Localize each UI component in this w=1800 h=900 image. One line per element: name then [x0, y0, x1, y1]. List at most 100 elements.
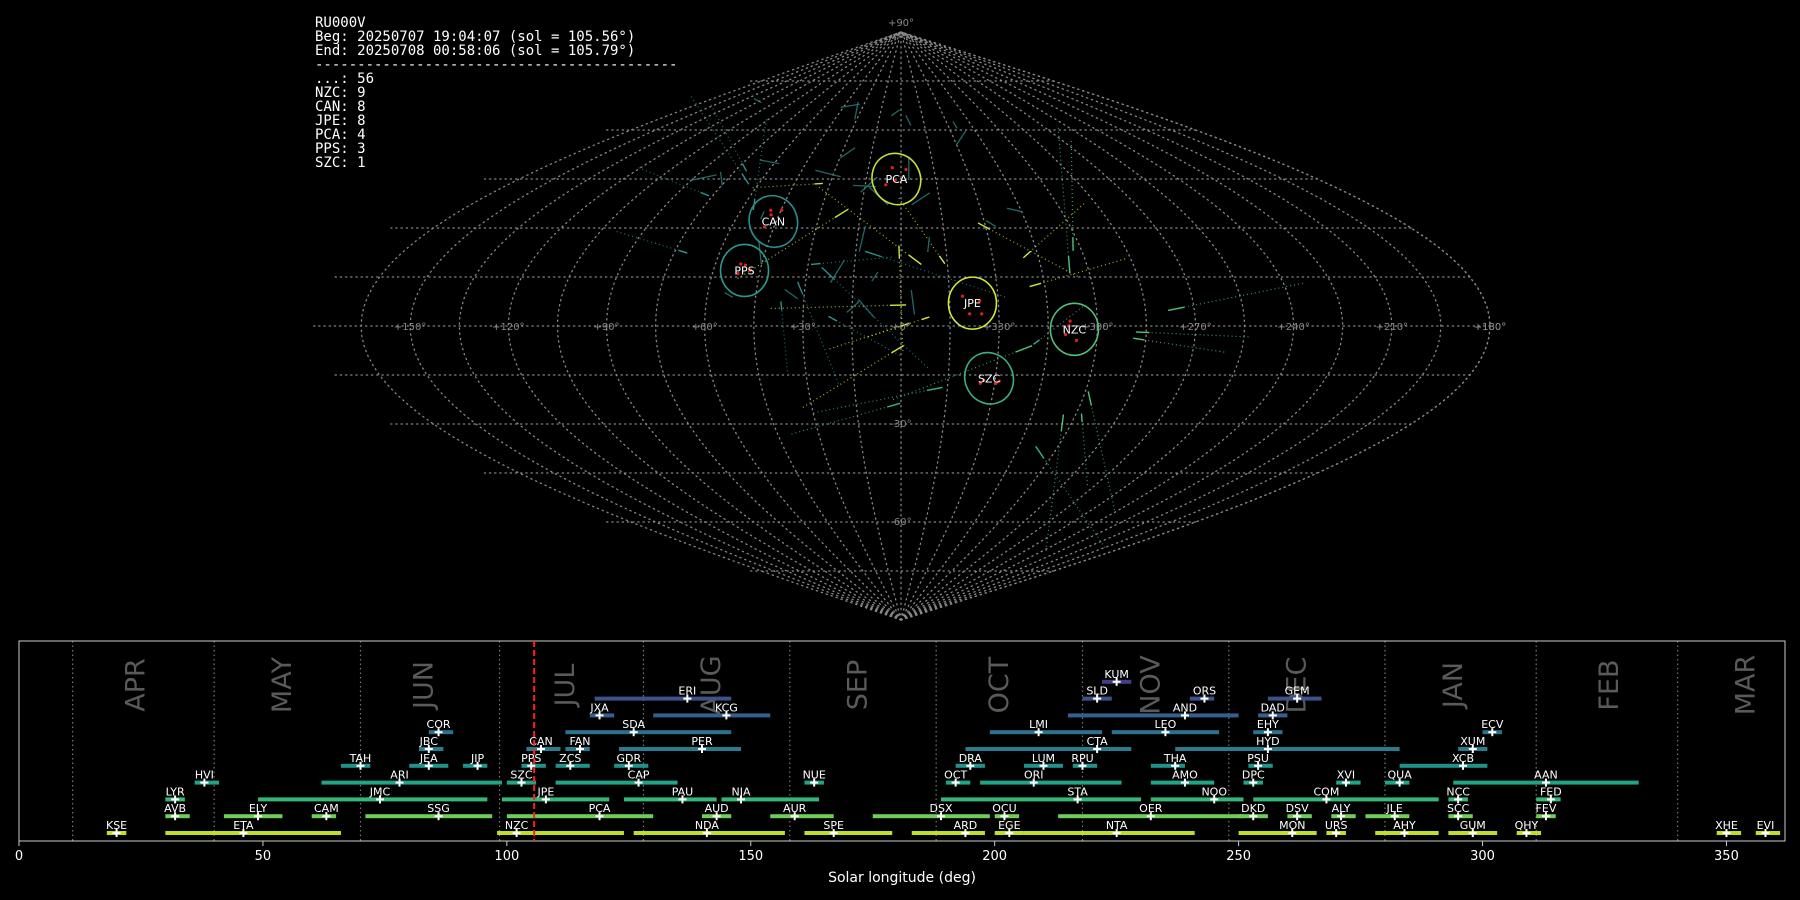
shower-dkd: DKD: [1238, 802, 1268, 821]
sporadic-meteor: [985, 220, 997, 228]
meteor-trail: [1168, 282, 1303, 311]
shower-label: ALY: [1332, 802, 1351, 815]
radiant-point: [769, 208, 773, 212]
shower-label: LUM: [1032, 752, 1055, 765]
shower-sld: SLD: [1082, 685, 1112, 703]
radiant-point: [904, 167, 908, 172]
sporadic-meteor: [829, 259, 846, 283]
month-label: MAY: [267, 656, 298, 713]
meteor-trail: [1029, 258, 1126, 288]
shower-szc: SZC: [506, 769, 537, 787]
sporadic-meteor: [719, 171, 723, 186]
shower-jle: JLE: [1365, 802, 1410, 821]
shower-ori: ORI: [980, 769, 1122, 787]
shower-ely: ELY: [223, 802, 283, 821]
meteor-segment: [1135, 331, 1150, 334]
shower-label: SSG: [427, 802, 450, 815]
activity-bar: [1253, 797, 1439, 802]
meteor-segment: [741, 163, 748, 172]
meteor-trail: [780, 301, 789, 376]
month-label: OCT: [984, 656, 1015, 713]
shower-aan: AAN: [1453, 769, 1639, 787]
meteor-segment: [1067, 255, 1071, 274]
shower-label: HVI: [195, 769, 214, 782]
x-tick-label: 150: [738, 849, 763, 864]
shower-label: XCB: [1452, 752, 1474, 765]
sporadic-meteor: [952, 121, 958, 129]
shower-nta: NTA: [1023, 819, 1195, 837]
shower-cta: CTA: [965, 735, 1132, 753]
shower-label: CAN: [529, 735, 552, 748]
shower-sta: STA: [941, 785, 1142, 804]
shower-label: SCC: [1447, 802, 1470, 815]
activity-bar: [1175, 747, 1400, 751]
shower-label: JLE: [1386, 802, 1403, 815]
dec-tick-label: -30°: [890, 419, 911, 430]
shower-label: DPC: [1242, 769, 1265, 782]
shower-count-line: ...: 56: [315, 71, 375, 87]
shower-nue: NUE: [803, 769, 826, 787]
activity-bar: [565, 730, 732, 735]
sporadic-meteor: [905, 114, 912, 126]
sporadic-meteor: [846, 301, 860, 313]
shower-xcb: XCB: [1399, 752, 1488, 770]
shower-count-line: PCA: 4: [315, 127, 366, 143]
shower-label: PSU: [1247, 752, 1269, 765]
shower-jpe: JPE: [501, 785, 610, 804]
shower-cor: COR: [427, 718, 454, 737]
shower-xvi: XVI: [1336, 769, 1361, 787]
month-label: FEB: [1594, 659, 1625, 710]
shower-label: PAU: [672, 785, 694, 798]
activity-bar: [653, 713, 771, 718]
shower-aly: ALY: [1331, 802, 1356, 821]
shower-nzc: NZC: [497, 819, 624, 837]
shower-label: AUD: [705, 802, 729, 815]
shower-label: ORS: [1193, 685, 1216, 698]
shower-label: RPU: [1071, 752, 1093, 765]
sporadic-meteor: [927, 236, 931, 253]
shower-label: NTA: [1106, 819, 1128, 832]
shower-nda: NDA: [633, 819, 785, 837]
month-label: MAR: [1730, 655, 1761, 716]
shower-per: PER: [619, 735, 742, 753]
shower-ehy: EHY: [1253, 718, 1283, 737]
sporadic-meteor: [956, 130, 967, 145]
ra-tick-label: +30°: [790, 322, 816, 333]
meteor-segment: [926, 386, 943, 392]
meteor-trail: [1022, 203, 1085, 259]
dec-tick-label: +90°: [888, 18, 914, 29]
end-time: End: 20250708 00:58:06 (sol = 105.79°): [315, 43, 636, 59]
shower-label: SZC: [510, 769, 533, 782]
shower-label: DAD: [1261, 701, 1285, 714]
shower-label: PCA: [589, 802, 611, 815]
shower-count-line: NZC: 9: [315, 85, 366, 101]
meteor-segment: [908, 254, 922, 266]
shower-label: ORI: [1024, 769, 1044, 782]
radiant-label: PPS: [734, 264, 754, 277]
shower-tha: THA: [1150, 752, 1187, 770]
shower-cam: CAM: [311, 802, 339, 821]
station-name: RU000V: [315, 15, 366, 31]
x-axis-label: Solar longitude (deg): [828, 870, 976, 886]
x-tick-label: 250: [1226, 849, 1251, 864]
shower-jmc: JMC: [258, 785, 488, 804]
shower-fev: FEV: [1536, 802, 1557, 821]
shower-ari: ARI: [321, 769, 502, 787]
shower-pau: PAU: [623, 785, 717, 804]
shower-label: JMC: [369, 785, 391, 798]
shower-label: KCG: [715, 701, 738, 714]
ra-tick-label: +150°: [394, 322, 426, 333]
shower-pca: PCA: [506, 802, 654, 821]
shower-psu: PSU: [1247, 752, 1273, 770]
activity-bar: [321, 780, 502, 785]
shower-timeline: APR MAY JUN JUL AUG SEP OCT NOV DEC JAN FEB MAR KUM…: [15, 640, 1786, 886]
shower-label: URS: [1325, 819, 1348, 832]
meteor-segment: [891, 344, 904, 354]
shower-label: XUM: [1460, 735, 1485, 748]
shower-dpc: DPC: [1242, 769, 1265, 787]
activity-bar: [1067, 713, 1239, 718]
shower-label: ARD: [954, 819, 978, 832]
shower-count-line: JPE: 8: [315, 113, 366, 129]
month-label: NOV: [1135, 655, 1166, 715]
shower-label: SDA: [622, 718, 645, 731]
